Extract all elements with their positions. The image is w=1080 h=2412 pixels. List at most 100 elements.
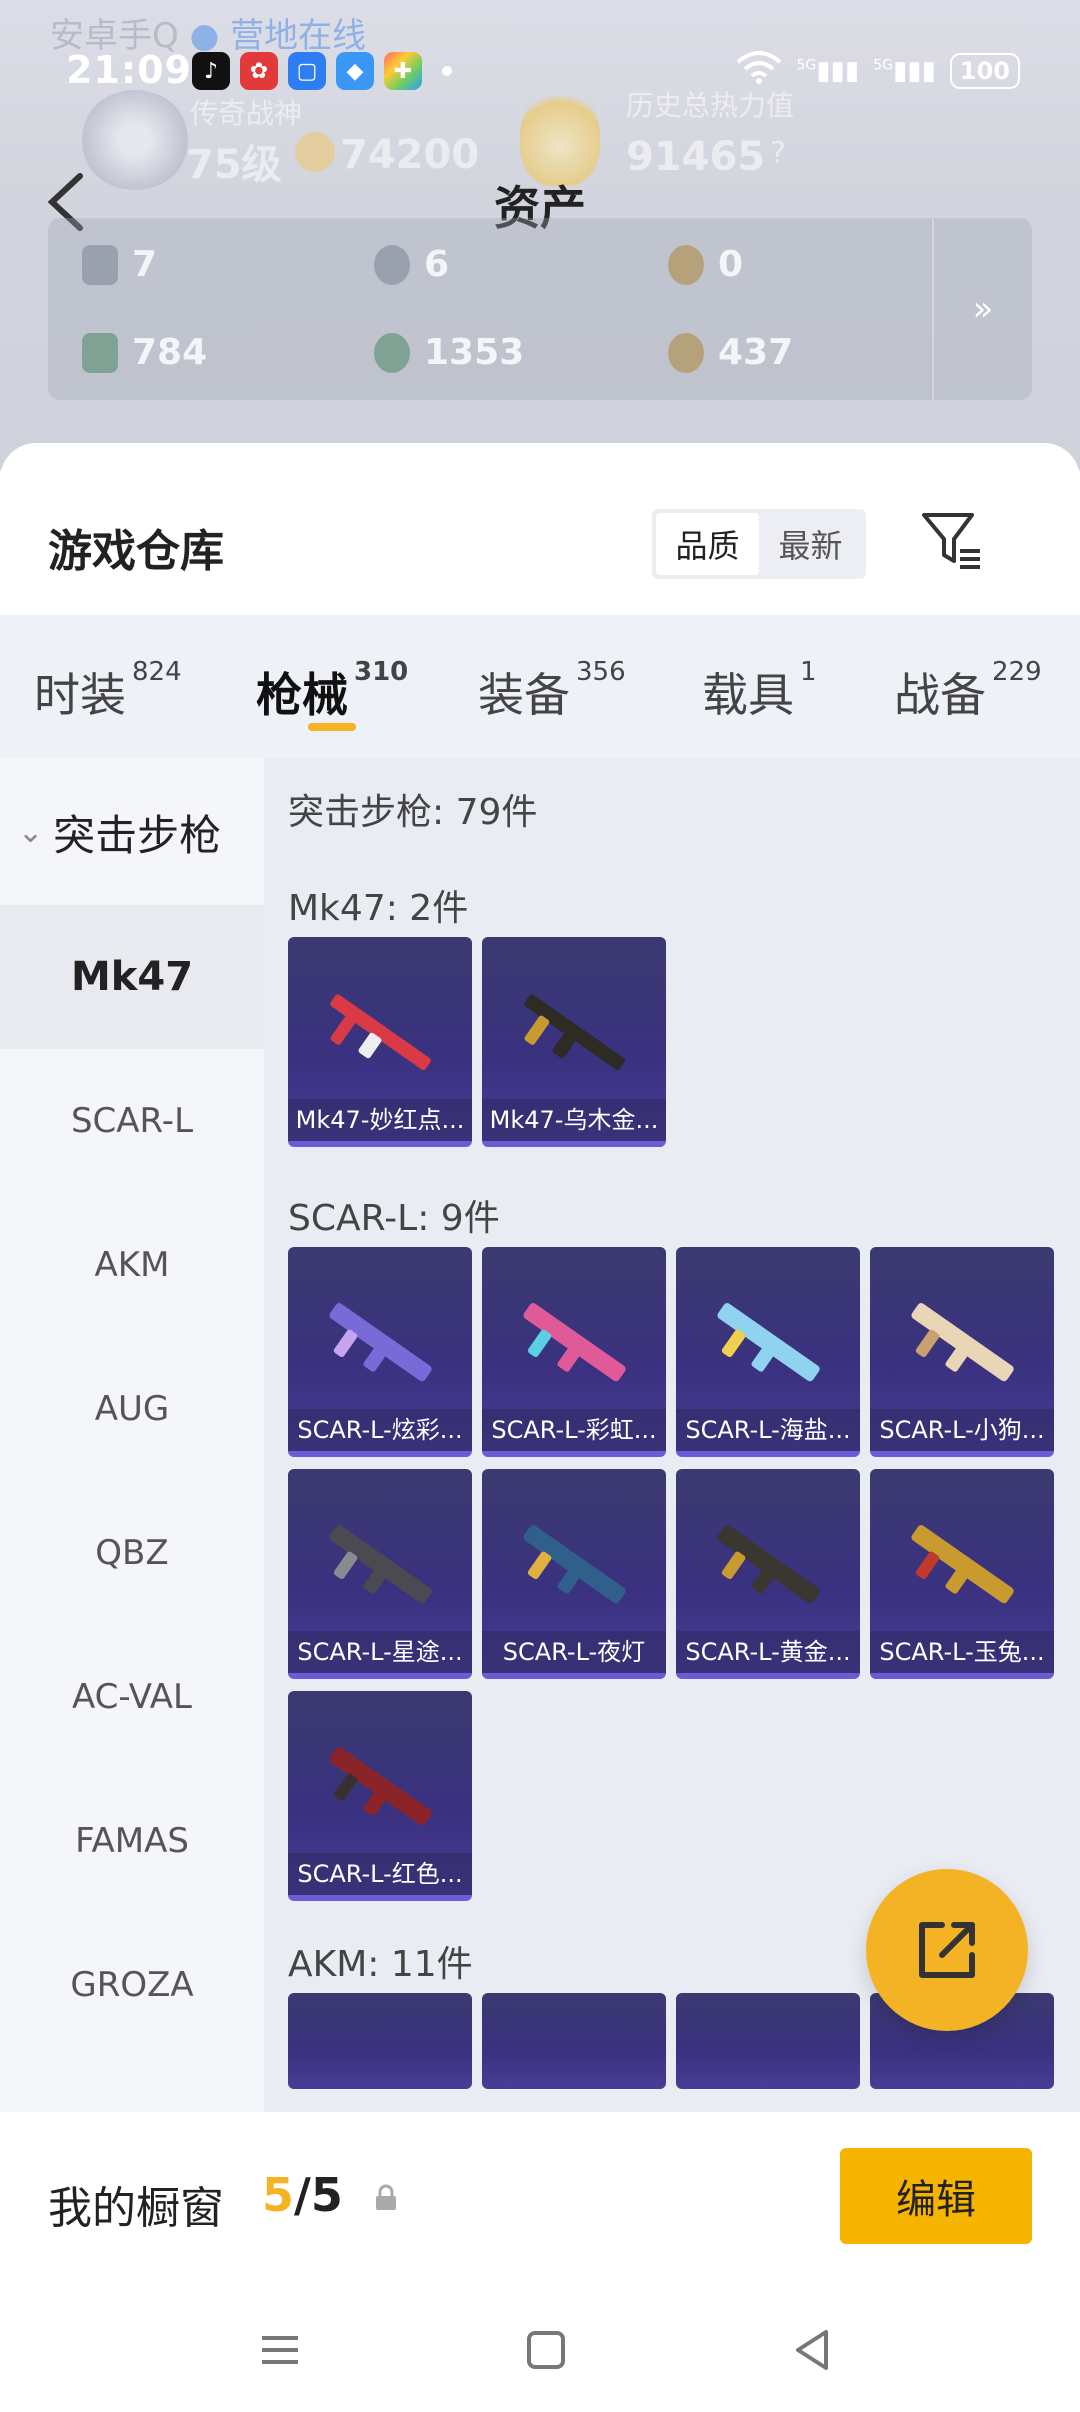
section-title-mk47: Mk47: 2件	[288, 888, 469, 929]
gun-skin-image	[312, 1505, 448, 1625]
tab-guns[interactable]: 枪械 310	[256, 657, 409, 725]
sort-newest-button[interactable]: 最新	[759, 513, 862, 575]
home-button[interactable]	[516, 2320, 576, 2380]
skin-card[interactable]: SCAR-L-红色...	[288, 1691, 472, 1901]
skin-card[interactable]: SCAR-L-星途...	[288, 1469, 472, 1679]
asset-item: 0	[668, 244, 743, 285]
sidebar-item-aug[interactable]: AUG	[0, 1337, 264, 1481]
skin-card[interactable]: SCAR-L-夜灯	[482, 1469, 666, 1679]
skin-card[interactable]: SCAR-L-小狗...	[870, 1247, 1054, 1457]
gold-coin-icon	[668, 244, 704, 285]
skin-name: SCAR-L-炫彩...	[288, 1409, 472, 1451]
gun-skin-image	[700, 1283, 836, 1403]
sidebar-group-label: 突击步枪	[53, 810, 222, 860]
skin-name: SCAR-L-夜灯	[482, 1631, 666, 1673]
heat-label: 历史总热力值	[626, 89, 795, 122]
skin-name: SCAR-L-玉兔...	[870, 1631, 1054, 1673]
tab-label: 枪械	[256, 668, 348, 722]
asset-value: 1353	[424, 332, 525, 373]
more-notifications-dot	[442, 66, 452, 76]
gun-skin-image	[506, 1505, 642, 1625]
gun-skin-image	[506, 1283, 642, 1403]
tab-label: 时装	[34, 668, 126, 722]
tab-count: 1	[800, 657, 817, 687]
sidebar-item-ac-val[interactable]: AC-VAL	[0, 1625, 264, 1769]
menu-icon	[262, 2336, 298, 2364]
help-icon[interactable]: ?	[770, 136, 786, 171]
gun-skin-image	[312, 973, 448, 1093]
asset-item: 437	[668, 332, 793, 373]
skin-card[interactable]: Mk47-乌木金...	[482, 937, 666, 1147]
tab-count: 356	[576, 657, 626, 687]
gun-skin-image	[312, 1283, 448, 1403]
skin-name: SCAR-L-星途...	[288, 1631, 472, 1673]
skin-name: Mk47-妙红点...	[288, 1099, 472, 1141]
weapon-type-sidebar: ⌄ 突击步枪 Mk47 SCAR-L AKM AUG QBZ AC-VAL FA…	[0, 759, 264, 2159]
showcase-label: 我的橱窗	[48, 2183, 224, 2234]
sidebar-group-assault-rifles[interactable]: ⌄ 突击步枪	[0, 759, 264, 905]
bronze-coin-icon	[668, 332, 704, 373]
tab-label: 载具	[702, 668, 794, 722]
lock-icon	[376, 2184, 396, 2210]
back-triangle-icon	[796, 2330, 828, 2370]
tab-fashion[interactable]: 时装 824	[34, 657, 182, 725]
system-back-button[interactable]	[782, 2320, 842, 2380]
skin-card[interactable]	[288, 1993, 472, 2089]
sidebar-item-qbz[interactable]: QBZ	[0, 1481, 264, 1625]
skin-card[interactable]	[482, 1993, 666, 2089]
tab-label: 战备	[894, 668, 986, 722]
asset-value: 437	[718, 332, 794, 373]
more-assets-button[interactable]: »	[932, 218, 1032, 400]
asset-value: 784	[132, 332, 208, 373]
sidebar-item-groza[interactable]: GROZA	[0, 1913, 264, 2057]
showcase-current: 5	[262, 2168, 295, 2222]
chevron-down-icon: ⌄	[18, 814, 44, 850]
points-coin-icon	[295, 132, 335, 172]
skin-card[interactable]: SCAR-L-玉兔...	[870, 1469, 1054, 1679]
asset-value: 6	[424, 244, 450, 285]
gun-skin-image	[894, 1505, 1030, 1625]
sort-quality-button[interactable]: 品质	[656, 513, 759, 575]
skin-card[interactable]: SCAR-L-彩虹...	[482, 1247, 666, 1457]
ticket-icon	[82, 244, 118, 285]
asset-panel[interactable]: 7 6 0 784 1353 437 »	[48, 218, 1032, 400]
edit-showcase-button[interactable]: 编辑	[840, 2148, 1032, 2244]
skin-card[interactable]	[676, 1993, 860, 2089]
sidebar-item-scar-l[interactable]: SCAR-L	[0, 1049, 264, 1193]
active-tab-indicator	[308, 723, 356, 731]
asset-item: 784	[82, 332, 207, 373]
category-tabs: 时装 824 枪械 310 装备 356 载具 1 战备 229	[0, 615, 1080, 759]
showcase-count: 5/5	[262, 2168, 343, 2222]
tab-tactical[interactable]: 战备 229	[894, 657, 1042, 725]
filter-button[interactable]	[918, 507, 984, 573]
gun-skin-image	[700, 1505, 836, 1625]
tab-equipment[interactable]: 装备 356	[478, 657, 626, 725]
skin-card[interactable]: SCAR-L-炫彩...	[288, 1247, 472, 1457]
sort-toggle: 品质 最新	[652, 509, 866, 579]
external-share-icon	[919, 1922, 975, 1978]
skin-card[interactable]: SCAR-L-海盐...	[676, 1247, 860, 1457]
recents-button[interactable]	[250, 2320, 310, 2380]
sidebar-item-akm[interactable]: AKM	[0, 1193, 264, 1337]
skin-name: SCAR-L-红色...	[288, 1853, 472, 1895]
skin-name: SCAR-L-小狗...	[870, 1409, 1054, 1451]
home-square-icon	[527, 2331, 565, 2369]
asset-value: 7	[132, 244, 158, 285]
skin-card[interactable]: Mk47-妙红点...	[288, 937, 472, 1147]
tab-count: 824	[132, 657, 182, 687]
tab-count: 310	[354, 657, 409, 687]
section-title-scar-l: SCAR-L: 9件	[288, 1198, 500, 1239]
silver-coin-icon	[374, 244, 410, 285]
system-nav-bar	[0, 2290, 1080, 2412]
skin-name: SCAR-L-黄金...	[676, 1631, 860, 1673]
rank-label: 传奇战神	[190, 97, 303, 130]
tab-vehicles[interactable]: 载具 1	[702, 657, 817, 725]
sidebar-item-famas[interactable]: FAMAS	[0, 1769, 264, 1913]
green-ticket-icon	[82, 332, 118, 373]
filter-icon	[922, 513, 980, 569]
skin-card[interactable]: SCAR-L-黄金...	[676, 1469, 860, 1679]
gun-skin-image	[506, 973, 642, 1093]
asset-header: 安卓手Q ● 营地在线 21:09 ♪ ✿ ▢ ◆ ✚ 5G▮▮▮ 5G▮▮▮ …	[0, 0, 1080, 470]
sidebar-item-mk47[interactable]: Mk47	[0, 905, 264, 1049]
share-button[interactable]	[866, 1869, 1028, 2031]
